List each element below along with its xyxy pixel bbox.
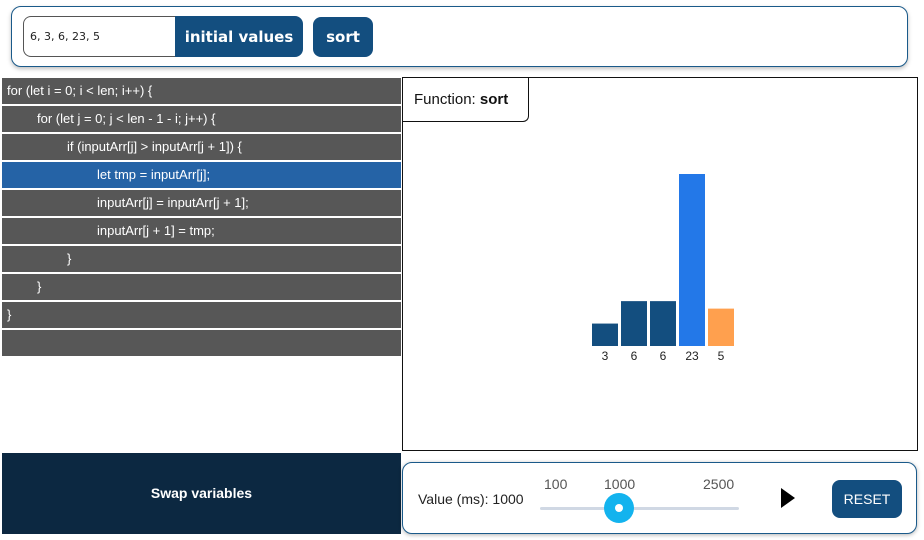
bar-label: 6 bbox=[631, 349, 638, 363]
code-line: } bbox=[2, 274, 401, 300]
bar bbox=[650, 301, 676, 346]
bar bbox=[621, 301, 647, 346]
bar-label: 5 bbox=[718, 349, 725, 363]
sort-button[interactable]: sort bbox=[313, 17, 373, 57]
code-line: for (let j = 0; j < len - 1 - i; j++) { bbox=[2, 106, 401, 132]
visualization-panel: 3 6 6 23 5 Function: sort bbox=[402, 77, 918, 451]
initial-values-button[interactable]: initial values bbox=[175, 16, 303, 57]
toolbar: initial values sort bbox=[11, 6, 908, 67]
step-description: Swap variables bbox=[2, 453, 401, 534]
speed-slider-thumb[interactable] bbox=[604, 493, 634, 523]
bar bbox=[708, 308, 734, 346]
speed-slider-track[interactable] bbox=[540, 507, 739, 510]
slider-max-label: 2500 bbox=[703, 476, 735, 492]
slider-value-label: 1000 bbox=[604, 476, 636, 492]
code-line: if (inputArr[j] > inputArr[j + 1]) { bbox=[2, 134, 401, 160]
code-line: let tmp = inputArr[j]; bbox=[2, 162, 401, 188]
slider-min-label: 100 bbox=[544, 476, 568, 492]
code-line bbox=[2, 330, 401, 356]
bar bbox=[679, 174, 705, 346]
play-icon[interactable] bbox=[781, 488, 795, 508]
bar bbox=[592, 323, 618, 346]
code-line: for (let i = 0; i < len; i++) { bbox=[2, 78, 401, 104]
code-line: inputArr[j + 1] = tmp; bbox=[2, 218, 401, 244]
playback-controls: Value (ms): 1000 100 1000 2500 RESET bbox=[402, 462, 917, 534]
values-input[interactable] bbox=[23, 16, 178, 57]
code-line: } bbox=[2, 302, 401, 328]
speed-value-text: Value (ms): 1000 bbox=[418, 491, 524, 507]
code-line: inputArr[j] = inputArr[j + 1]; bbox=[2, 190, 401, 216]
bar-label: 6 bbox=[660, 349, 667, 363]
bar-label: 23 bbox=[685, 349, 699, 363]
code-line: } bbox=[2, 246, 401, 272]
function-label: Function: sort bbox=[403, 78, 529, 122]
reset-button[interactable]: RESET bbox=[832, 480, 902, 518]
function-prefix: Function: bbox=[414, 91, 480, 108]
bar-chart: 3 6 6 23 5 bbox=[592, 174, 734, 363]
bar-label: 3 bbox=[602, 349, 609, 363]
code-panel: for (let i = 0; i < len; i++) {for (let … bbox=[2, 78, 401, 358]
function-name: sort bbox=[479, 91, 509, 108]
